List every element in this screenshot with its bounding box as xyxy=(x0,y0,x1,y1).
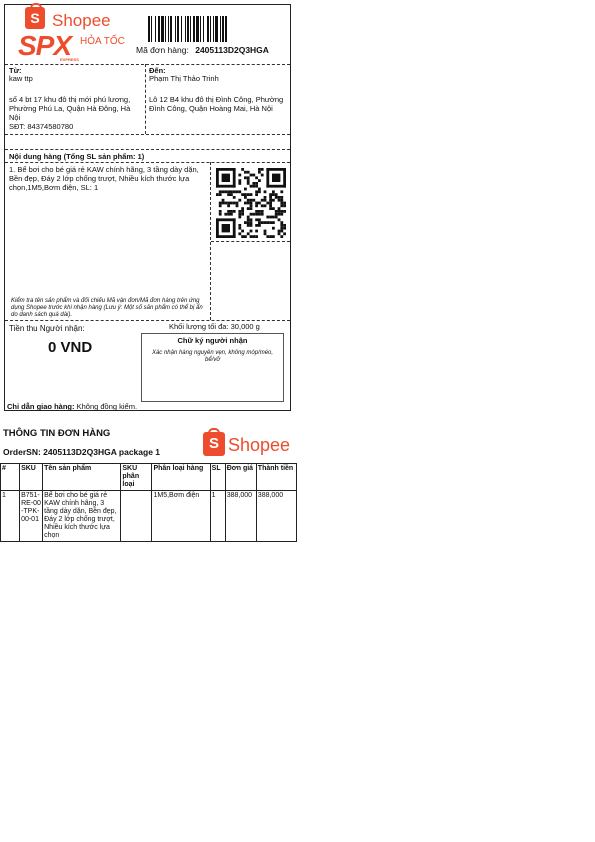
sender-phone: 84374580780 xyxy=(27,122,74,131)
col-variant-sku: SKU phân loại xyxy=(120,463,153,491)
cell-total: 388,000 xyxy=(255,490,298,542)
spx-express: EXPRESS xyxy=(60,57,79,62)
cell-sku: B751-RE-00-TPK-00-01 xyxy=(19,490,44,542)
cod-label: Tiền thu Người nhận: xyxy=(9,324,85,333)
receiver-address: Lô 12 B4 khu đô thị Đình Công, Phường Đì… xyxy=(149,95,284,113)
shopee-brand-2: Shopee xyxy=(228,435,291,455)
order-sn: OrderSN: 2405113D2Q3HGA package 1 xyxy=(3,447,161,457)
sender-phone-label: SĐT: xyxy=(9,122,26,131)
table-header-row: # SKU Tên sản phẩm SKU phân loại Phân lo… xyxy=(0,463,298,491)
sender-phone-row: SĐT: 84374580780 xyxy=(9,122,73,131)
col-sku: SKU xyxy=(19,463,44,491)
col-total: Thành tiền xyxy=(255,463,298,491)
order-code-label: Mã đơn hàng: xyxy=(136,45,189,55)
cod-value: 0 VND xyxy=(48,339,93,356)
order-items-table: # SKU Tên sản phẩm SKU phân loại Phân lo… xyxy=(0,463,298,542)
instruction-value: Không đồng kiểm. xyxy=(76,402,138,411)
contents-title: Nội dung hàng (Tổng SL sản phẩm: 1) xyxy=(9,152,145,161)
table-row: 1 B751-RE-00-TPK-00-01 Bể bơi cho bé giá… xyxy=(0,490,298,542)
signature-box: Chữ ký người nhận Xác nhận hàng nguyên v… xyxy=(141,333,284,402)
contents-note: Kiểm tra tên sản phẩm và đối chiếu Mã vậ… xyxy=(11,298,203,318)
cell-product-name: Bể bơi cho bé giá rẻ KAW chính hãng, 3 t… xyxy=(42,490,122,542)
order-code: 2405113D2Q3HGA xyxy=(195,45,269,55)
signature-title: Chữ ký người nhận xyxy=(177,336,248,345)
cell-variant: 1M5,Bơm điện xyxy=(151,490,211,542)
col-product-name: Tên sản phẩm xyxy=(42,463,122,491)
barcode xyxy=(148,16,227,42)
sender-address: số 4 bt 17 khu đô thị mới phú lương, Phư… xyxy=(9,95,131,122)
contents-item: 1. Bể bơi cho bé giá rẻ KAW chính hãng, … xyxy=(9,165,199,192)
receiver-name: Phạm Thị Thảo Trinh xyxy=(149,74,219,83)
qr-code xyxy=(216,168,286,238)
delivery-instruction: Chỉ dẫn giao hàng: Không đồng kiểm. xyxy=(7,402,137,411)
cell-variant-sku xyxy=(120,490,153,542)
shopee-brand: Shopee xyxy=(52,11,111,30)
cell-qty: 1 xyxy=(209,490,226,542)
order-code-row: Mã đơn hàng: 2405113D2Q3HGA xyxy=(136,45,269,55)
col-index: # xyxy=(0,463,21,491)
max-weight: Khối lượng tối đa: 30,000 g xyxy=(169,322,260,331)
order-info-title: THÔNG TIN ĐƠN HÀNG xyxy=(3,428,111,439)
col-variant: Phân loại hàng xyxy=(151,463,211,491)
service-type: HỎA TỐC xyxy=(80,36,125,47)
instruction-label: Chỉ dẫn giao hàng: xyxy=(7,402,75,411)
sender-name: kaw ttp xyxy=(9,74,33,83)
signature-note: Xác nhận hàng nguyên vẹn, không móp/méo,… xyxy=(151,350,274,363)
cell-index: 1 xyxy=(0,490,21,542)
shopee-bag-icon: S xyxy=(25,3,45,29)
col-unit-price: Đơn giá xyxy=(224,463,257,491)
shopee-bag-icon-2: S xyxy=(203,428,225,456)
cell-unit-price: 388,000 xyxy=(224,490,257,542)
col-qty: SL xyxy=(209,463,226,491)
